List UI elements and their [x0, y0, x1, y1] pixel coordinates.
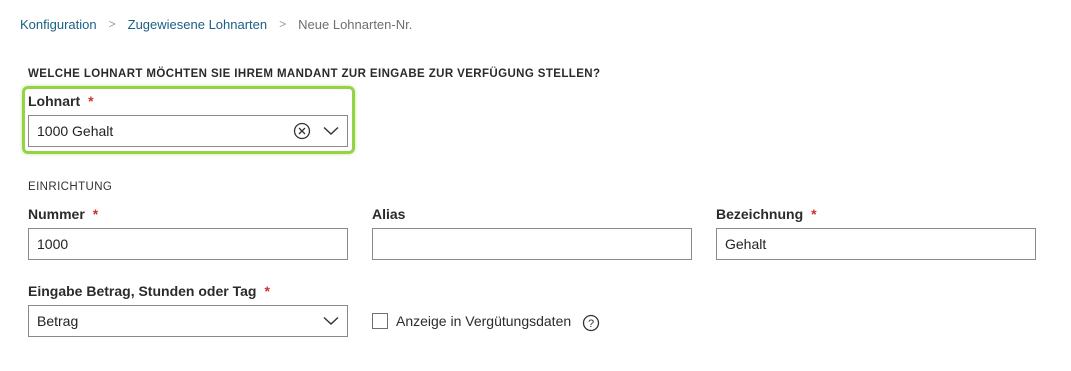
nummer-value: 1000: [37, 236, 69, 252]
chevron-down-icon[interactable]: [315, 316, 347, 326]
lohnart-select-value: 1000 Gehalt: [37, 123, 114, 139]
breadcrumb-konfiguration[interactable]: Konfiguration: [20, 17, 97, 32]
nummer-label-row: Nummer *: [28, 206, 98, 222]
eingabe-label: Eingabe Betrag, Stunden oder Tag: [28, 283, 257, 299]
bezeichnung-value: Gehalt: [725, 236, 767, 252]
anzeige-checkbox-label[interactable]: Anzeige in Vergütungsdaten: [396, 313, 571, 329]
lohnart-select[interactable]: 1000 Gehalt: [28, 115, 348, 147]
required-mark: *: [88, 93, 94, 109]
alias-label-row: Alias: [372, 206, 405, 222]
alias-input[interactable]: [372, 228, 692, 260]
clear-circle-icon[interactable]: [289, 122, 315, 140]
bezeichnung-label: Bezeichnung: [716, 206, 804, 222]
bezeichnung-label-row: Bezeichnung *: [716, 206, 817, 222]
breadcrumb-zugewiesene-lohnarten[interactable]: Zugewiesene Lohnarten: [128, 17, 268, 32]
chevron-right-icon: >: [279, 17, 287, 31]
bezeichnung-input[interactable]: Gehalt: [716, 228, 1036, 260]
breadcrumb: Konfiguration > Zugewiesene Lohnarten > …: [20, 15, 412, 33]
breadcrumb-current: Neue Lohnarten-Nr.: [298, 16, 413, 32]
eingabe-label-row: Eingabe Betrag, Stunden oder Tag *: [28, 283, 270, 299]
required-mark: *: [264, 283, 270, 299]
nummer-label: Nummer: [28, 206, 85, 222]
anzeige-checkbox[interactable]: [372, 313, 388, 329]
alias-label: Alias: [372, 206, 406, 222]
chevron-down-icon[interactable]: [315, 126, 347, 136]
eingabe-select[interactable]: Betrag: [28, 305, 348, 337]
svg-text:?: ?: [588, 318, 594, 330]
lohnart-question-heading: WELCHE LOHNART MÖCHTEN SIE IHREM MANDANT…: [28, 68, 601, 80]
einrichtung-heading: EINRICHTUNG: [28, 181, 113, 193]
required-mark: *: [811, 206, 817, 222]
eingabe-select-value: Betrag: [37, 313, 79, 329]
nummer-input[interactable]: 1000: [28, 228, 348, 260]
page: Konfiguration > Zugewiesene Lohnarten > …: [0, 0, 1071, 371]
chevron-right-icon: >: [108, 17, 116, 31]
required-mark: *: [92, 206, 99, 222]
help-circle-icon[interactable]: ?: [582, 314, 600, 337]
lohnart-label-row: Lohnart *: [28, 93, 94, 109]
lohnart-label: Lohnart: [28, 93, 81, 109]
